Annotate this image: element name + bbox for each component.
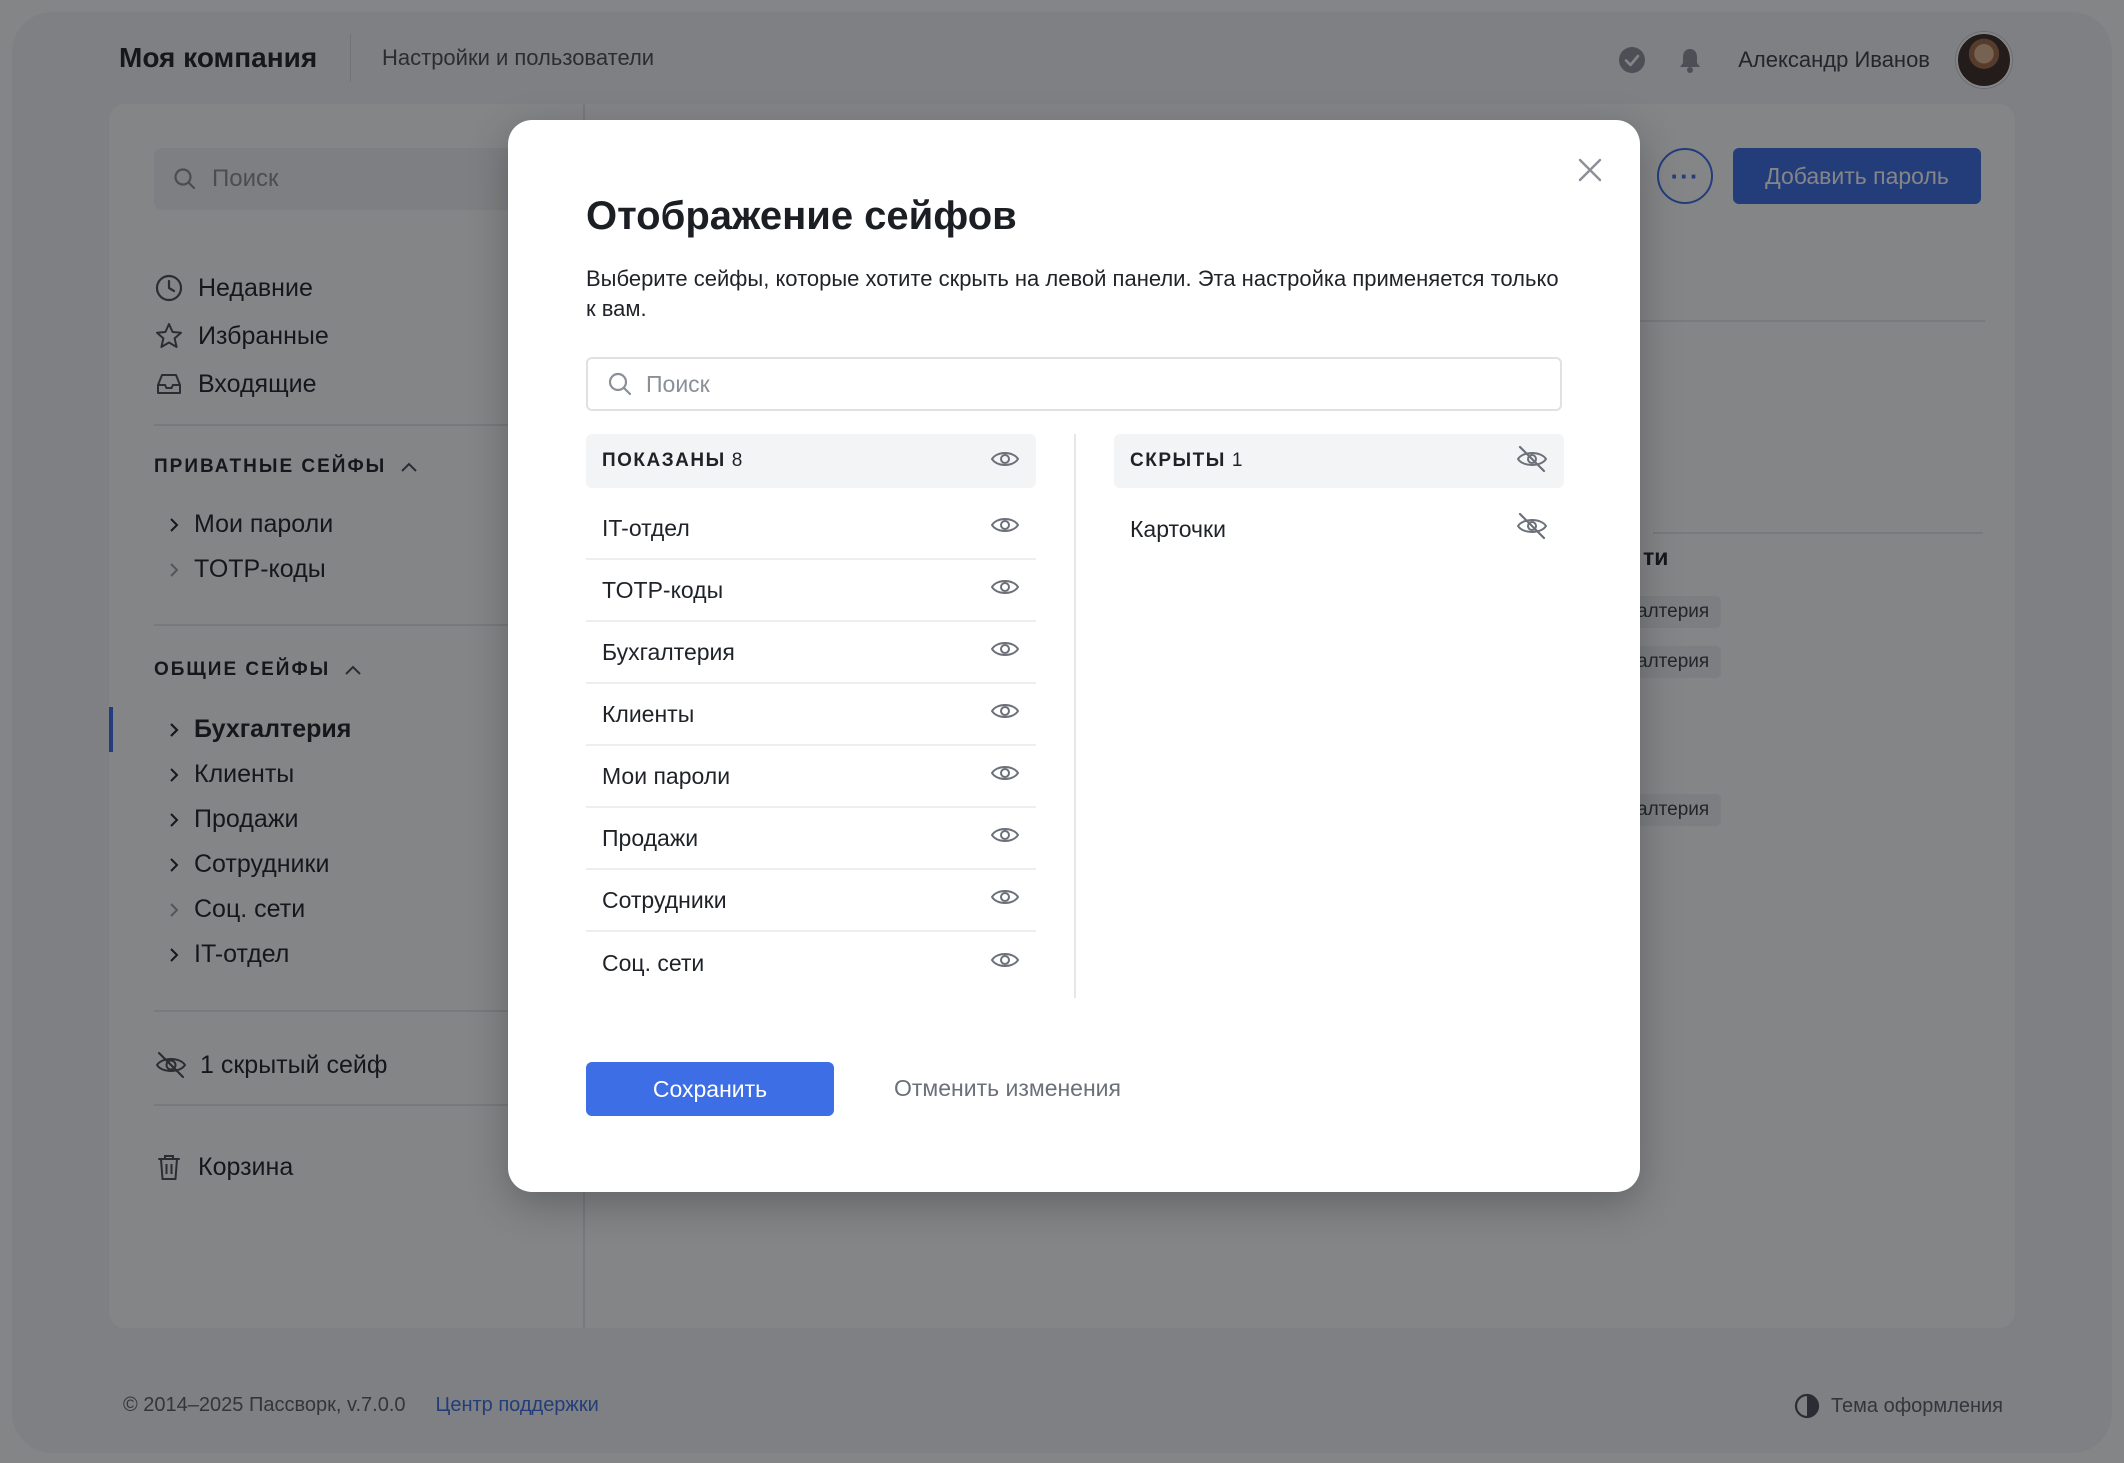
- list-item[interactable]: Мои пароли: [586, 746, 1036, 808]
- eye-icon[interactable]: [990, 576, 1020, 604]
- list-item[interactable]: Карточки: [1114, 498, 1564, 560]
- eye-icon[interactable]: [990, 762, 1020, 790]
- eye-icon[interactable]: [990, 824, 1020, 852]
- list-item[interactable]: Соц. сети: [586, 932, 1036, 994]
- hidden-column-title: СКРЫТЫ 1: [1130, 450, 1243, 471]
- eye-off-icon[interactable]: [1516, 512, 1548, 546]
- dialog-search-placeholder: Поиск: [646, 370, 710, 397]
- save-button[interactable]: Сохранить: [586, 1062, 834, 1116]
- eye-icon[interactable]: [990, 700, 1020, 728]
- list-item[interactable]: Бухгалтерия: [586, 622, 1036, 684]
- vault-name: Соц. сети: [602, 949, 705, 976]
- vault-name: TOTP-коды: [602, 576, 724, 603]
- close-button[interactable]: [1568, 148, 1612, 192]
- vault-name: Бухгалтерия: [602, 638, 735, 665]
- list-item[interactable]: Клиенты: [586, 684, 1036, 746]
- dialog-search-input[interactable]: Поиск: [586, 357, 1562, 411]
- list-item[interactable]: Продажи: [586, 808, 1036, 870]
- shown-vault-list: IT-отдел TOTP-коды Бухгалтерия Клиенты М…: [586, 498, 1036, 994]
- dialog-description: Выберите сейфы, которые хотите скрыть на…: [586, 266, 1559, 321]
- vault-name: Сотрудники: [602, 886, 727, 913]
- vault-visibility-dialog: Отображение сейфов Выберите сейфы, котор…: [508, 120, 1640, 1192]
- eye-icon[interactable]: [990, 514, 1020, 542]
- hidden-vault-list: Карточки: [1114, 498, 1564, 560]
- vault-name: Клиенты: [602, 700, 695, 727]
- hidden-vaults-column: СКРЫТЫ 1 Карточки: [1114, 434, 1564, 560]
- list-item[interactable]: TOTP-коды: [586, 560, 1036, 622]
- dialog-title: Отображение сейфов: [586, 194, 1017, 238]
- search-icon: [608, 372, 632, 396]
- eye-icon[interactable]: [990, 886, 1020, 914]
- close-icon: [1578, 158, 1602, 182]
- column-divider: [1074, 434, 1076, 998]
- eye-off-icon[interactable]: [1516, 445, 1548, 478]
- hidden-column-header: СКРЫТЫ 1: [1114, 434, 1564, 488]
- shown-vaults-column: ПОКАЗАНЫ 8 IT-отдел TOTP-коды Бухгалтерия…: [586, 434, 1036, 994]
- vault-name: IT-отдел: [602, 514, 690, 541]
- vault-name: Продажи: [602, 824, 699, 851]
- eye-icon[interactable]: [990, 448, 1020, 475]
- shown-column-title: ПОКАЗАНЫ 8: [602, 450, 743, 471]
- eye-icon[interactable]: [990, 638, 1020, 666]
- list-item[interactable]: IT-отдел: [586, 498, 1036, 560]
- vault-name: Карточки: [1130, 515, 1226, 542]
- cancel-changes-button[interactable]: Отменить изменения: [894, 1075, 1121, 1102]
- vault-name: Мои пароли: [602, 762, 731, 789]
- hidden-count: 1: [1231, 450, 1243, 471]
- shown-column-header: ПОКАЗАНЫ 8: [586, 434, 1036, 488]
- shown-count: 8: [731, 450, 743, 471]
- eye-icon[interactable]: [990, 949, 1020, 977]
- list-item[interactable]: Сотрудники: [586, 870, 1036, 932]
